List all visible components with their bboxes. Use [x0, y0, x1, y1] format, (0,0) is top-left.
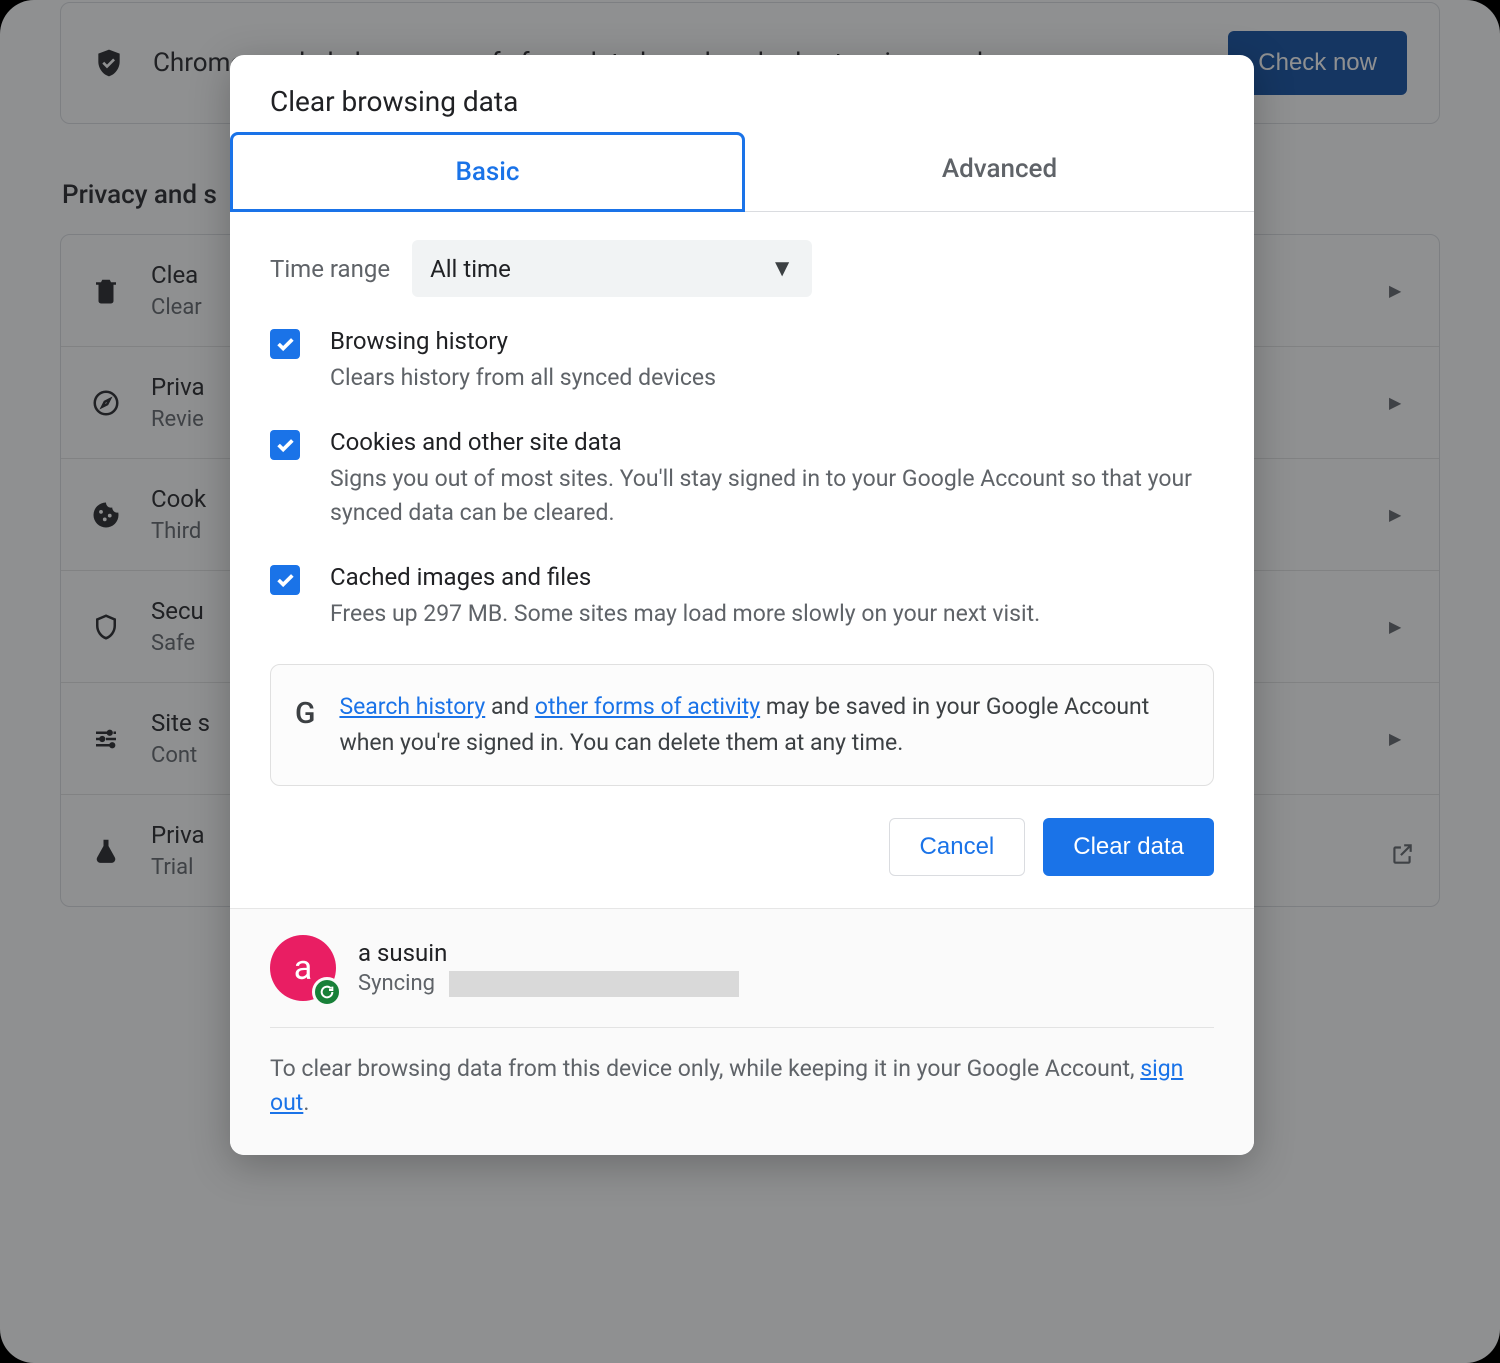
account-footer: a a susuin Syncing To clear browsing dat…	[230, 908, 1254, 1155]
item-title-cache: Cached images and files	[330, 563, 1040, 591]
sync-badge-icon	[312, 977, 342, 1007]
clear-browsing-data-dialog: Clear browsing data Basic Advanced Time …	[230, 55, 1254, 1155]
checkbox-cache[interactable]	[270, 565, 300, 595]
divider	[270, 1027, 1214, 1028]
tab-advanced[interactable]: Advanced	[745, 132, 1254, 211]
link-other-activity[interactable]: other forms of activity	[535, 693, 760, 720]
time-range-value: All time	[430, 255, 511, 283]
clear-data-button[interactable]: Clear data	[1043, 818, 1214, 876]
item-sub-browsing-history: Clears history from all synced devices	[330, 361, 716, 394]
item-sub-cache: Frees up 297 MB. Some sites may load mor…	[330, 597, 1040, 630]
syncing-label: Syncing	[358, 971, 435, 996]
checkbox-browsing-history[interactable]	[270, 329, 300, 359]
time-range-label: Time range	[270, 255, 390, 283]
dialog-title: Clear browsing data	[230, 55, 1254, 132]
item-title-browsing-history: Browsing history	[330, 327, 716, 355]
avatar: a	[270, 935, 336, 1001]
dialog-tabs: Basic Advanced	[230, 132, 1254, 212]
cancel-button[interactable]: Cancel	[889, 818, 1026, 876]
google-activity-info: G Search history and other forms of acti…	[270, 664, 1214, 785]
time-range-dropdown[interactable]: All time ▼	[412, 240, 812, 297]
chevron-down-icon: ▼	[770, 254, 794, 283]
link-search-history[interactable]: Search history	[339, 693, 485, 720]
google-g-icon: G	[295, 691, 315, 738]
checkbox-cookies[interactable]	[270, 430, 300, 460]
account-name: a susuin	[358, 939, 739, 967]
redacted-email	[449, 971, 739, 997]
item-title-cookies: Cookies and other site data	[330, 428, 1214, 456]
tab-basic[interactable]: Basic	[230, 132, 745, 212]
item-sub-cookies: Signs you out of most sites. You'll stay…	[330, 462, 1214, 529]
